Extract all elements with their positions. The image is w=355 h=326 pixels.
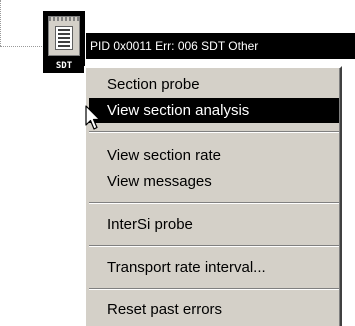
document-icon (48, 16, 80, 56)
tree-connector-vertical (0, 0, 1, 46)
tree-connector (0, 46, 42, 47)
context-menu: Section probe View section analysis View… (84, 66, 342, 326)
menu-separator (89, 131, 339, 133)
node-tag: SDT (55, 61, 73, 71)
menu-separator (89, 288, 339, 290)
menu-item-section-probe[interactable]: Section probe (89, 72, 339, 97)
mouse-pointer-icon (85, 105, 101, 130)
menu-item-view-section-analysis[interactable]: View section analysis (89, 98, 339, 123)
menu-separator (89, 245, 339, 247)
menu-item-view-section-rate[interactable]: View section rate (89, 143, 339, 168)
menu-separator (89, 202, 339, 204)
menu-item-intersi-probe[interactable]: InterSi probe (89, 212, 339, 237)
menu-item-reset-past-errors[interactable]: Reset past errors (89, 297, 339, 322)
sdt-table-icon[interactable]: SDT (43, 11, 85, 73)
tree-node-label[interactable]: PID 0x0011 Err: 006 SDT Other (86, 33, 355, 59)
menu-item-view-messages[interactable]: View messages (89, 169, 339, 194)
menu-item-transport-rate-interval[interactable]: Transport rate interval... (89, 255, 339, 280)
